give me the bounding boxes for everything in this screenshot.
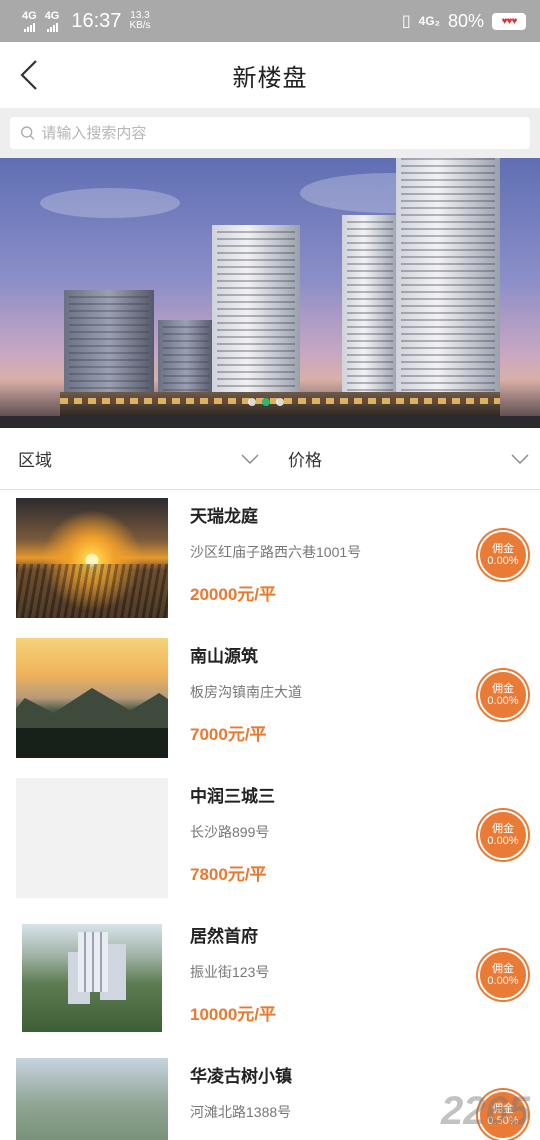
- listing-thumbnail: [16, 498, 168, 618]
- clock: 16:37: [71, 9, 122, 32]
- filter-area-label: 区域: [18, 451, 52, 470]
- listing-thumbnail: [16, 778, 168, 898]
- network-speed: 13.3 KB/s: [129, 10, 151, 31]
- listing-item[interactable]: 居然首府 振业街123号 10000元/平 佣金 0.00%: [0, 910, 540, 1050]
- banner-building: [212, 225, 300, 400]
- filter-bar: 区域 价格: [0, 428, 540, 490]
- listing-price: 7000元/平: [190, 725, 267, 744]
- listing-price: 10000元/平: [190, 1005, 276, 1024]
- chevron-down-icon: [241, 454, 259, 464]
- banner-building: [342, 215, 398, 400]
- listing-list: 天瑞龙庭 沙区红庙子路西六巷1001号 20000元/平 佣金 0.00% 南山…: [0, 490, 540, 1140]
- commission-badge: 佣金 0.00%: [478, 810, 528, 860]
- signal-3-icon: 4G₂: [418, 14, 440, 28]
- page-title: 新楼盘: [232, 64, 308, 92]
- listing-price: 7800元/平: [190, 865, 267, 884]
- commission-badge: 佣金 0.00%: [478, 670, 528, 720]
- listing-name: 华凌古树小镇: [190, 1067, 292, 1086]
- search-icon: [21, 126, 35, 140]
- battery-icon: ♥♥♥: [492, 12, 526, 30]
- banner-carousel[interactable]: [0, 158, 540, 428]
- filter-area[interactable]: 区域: [0, 446, 270, 471]
- status-bar: 4G 4G 16:37 13.3 KB/s ▯ 4G₂ 80% ♥♥♥: [0, 0, 540, 42]
- search-bar: [0, 108, 540, 158]
- filter-price[interactable]: 价格: [270, 446, 540, 471]
- listing-item[interactable]: 中润三城三 长沙路899号 7800元/平 佣金 0.00%: [0, 770, 540, 910]
- back-arrow-icon[interactable]: [16, 58, 46, 92]
- banner-building: [64, 290, 154, 400]
- listing-thumbnail: [16, 1058, 168, 1140]
- banner-building: [396, 158, 500, 400]
- listing-item[interactable]: 南山源筑 板房沟镇南庄大道 7000元/平 佣金 0.00%: [0, 630, 540, 770]
- signal-2-icon: 4G: [45, 10, 59, 32]
- carousel-dot[interactable]: [276, 398, 284, 406]
- listing-name: 南山源筑: [190, 647, 258, 666]
- listing-thumbnail: [16, 918, 168, 1038]
- vibrate-icon: ▯: [401, 13, 411, 30]
- search-input[interactable]: [41, 124, 520, 142]
- commission-badge: 佣金 0.00%: [478, 950, 528, 1000]
- watermark-logo: 2265: [441, 1089, 530, 1133]
- listing-name: 中润三城三: [190, 787, 275, 806]
- signal-1-icon: 4G: [22, 10, 37, 32]
- banner-ground: [0, 416, 540, 428]
- listing-item[interactable]: 天瑞龙庭 沙区红庙子路西六巷1001号 20000元/平 佣金 0.00%: [0, 490, 540, 630]
- battery-percent: 80%: [447, 10, 484, 31]
- commission-badge: 佣金 0.00%: [478, 530, 528, 580]
- chevron-down-icon: [511, 454, 529, 464]
- banner-building: [158, 320, 214, 400]
- search-box[interactable]: [10, 117, 530, 149]
- carousel-dot[interactable]: [248, 398, 256, 406]
- listing-name: 居然首府: [190, 927, 258, 946]
- filter-price-label: 价格: [288, 451, 322, 470]
- listing-price: 20000元/平: [190, 585, 276, 604]
- listing-name: 天瑞龙庭: [190, 507, 258, 526]
- carousel-indicator: [248, 398, 284, 406]
- carousel-dot-active[interactable]: [262, 398, 270, 406]
- listing-thumbnail: [16, 638, 168, 758]
- nav-header: 新楼盘: [0, 42, 540, 108]
